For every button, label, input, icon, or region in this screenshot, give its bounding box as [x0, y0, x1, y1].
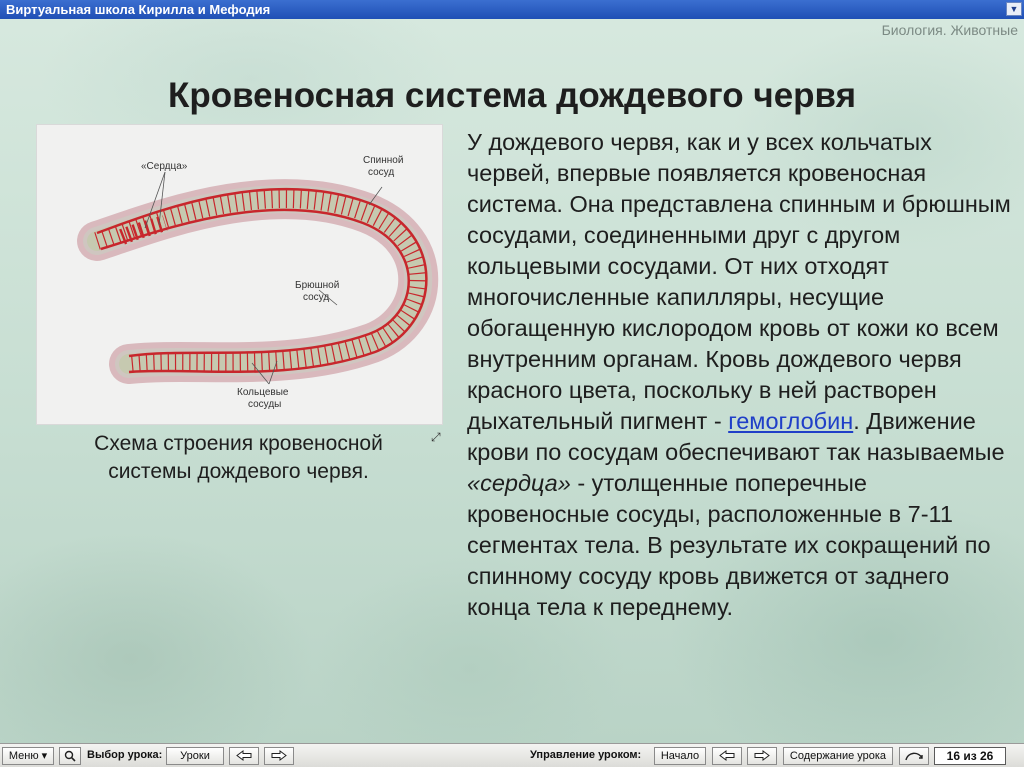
- label-dorsal-1: Спинной: [363, 155, 403, 166]
- lesson-select-label: Выбор урока:: [87, 749, 163, 761]
- label-hearts: «Сердца»: [141, 161, 188, 172]
- menu-button[interactable]: Меню ▾: [2, 747, 54, 765]
- label-ventral-1: Брюшной: [295, 280, 339, 291]
- lesson-next-button[interactable]: [264, 747, 294, 765]
- lesson-prev-button[interactable]: [229, 747, 259, 765]
- search-button[interactable]: [59, 747, 81, 765]
- return-icon: [905, 752, 923, 761]
- arrow-left-icon: [719, 750, 735, 761]
- label-ring-2: сосуды: [248, 399, 281, 410]
- figure-caption: Схема строения кровеносной системы дожде…: [36, 430, 441, 486]
- lesson-contents-button[interactable]: Содержание урока: [783, 747, 893, 765]
- worm-diagram: «Сердца» Спинной сосуд Брюшной сосуд Кол…: [36, 124, 443, 425]
- start-button[interactable]: Начало: [654, 747, 706, 765]
- search-icon: [64, 750, 76, 762]
- enlarge-icon[interactable]: ⤢: [431, 430, 445, 444]
- slide-text: У дождевого червя, как и у всех кольчаты…: [467, 127, 1012, 727]
- label-ventral-2: сосуд: [303, 292, 329, 303]
- text-part-1: У дождевого червя, как и у всех кольчаты…: [467, 129, 1011, 434]
- arrow-right-icon: [271, 750, 287, 761]
- caption-line-1: Схема строения кровеносной: [94, 432, 383, 455]
- window-title: Виртуальная школа Кирилла и Мефодия: [6, 2, 271, 17]
- text-hearts-term: «сердца»: [467, 470, 571, 496]
- bottom-toolbar: Меню ▾ Выбор урока: Уроки Управление уро…: [0, 743, 1024, 767]
- label-dorsal-2: сосуд: [368, 167, 394, 178]
- label-ring-1: Кольцевые: [237, 387, 289, 398]
- menu-button-label: Меню: [8, 750, 39, 762]
- caption-line-2: системы дождевого червя.: [108, 460, 369, 483]
- slide-paragraph: У дождевого червя, как и у всех кольчаты…: [467, 127, 1012, 623]
- subject-label: Биология. Животные: [881, 22, 1018, 38]
- worm-diagram-svg: «Сердца» Спинной сосуд Брюшной сосуд Кол…: [77, 155, 439, 410]
- lessons-button[interactable]: Уроки: [166, 747, 224, 765]
- arrow-left-icon: [236, 750, 252, 761]
- window-titlebar: Виртуальная школа Кирилла и Мефодия ▼: [0, 0, 1024, 19]
- slide-title: Кровеносная система дождевого червя: [167, 76, 857, 115]
- arrow-right-icon: [754, 750, 770, 761]
- hemoglobin-link[interactable]: гемоглобин: [728, 408, 853, 434]
- window-menu-button[interactable]: ▼: [1006, 2, 1022, 16]
- page-next-button[interactable]: [747, 747, 777, 765]
- page-counter: 16 из 26: [934, 747, 1006, 765]
- lesson-control-label: Управление уроком:: [530, 749, 642, 761]
- return-button[interactable]: [899, 747, 929, 765]
- page-prev-button[interactable]: [712, 747, 742, 765]
